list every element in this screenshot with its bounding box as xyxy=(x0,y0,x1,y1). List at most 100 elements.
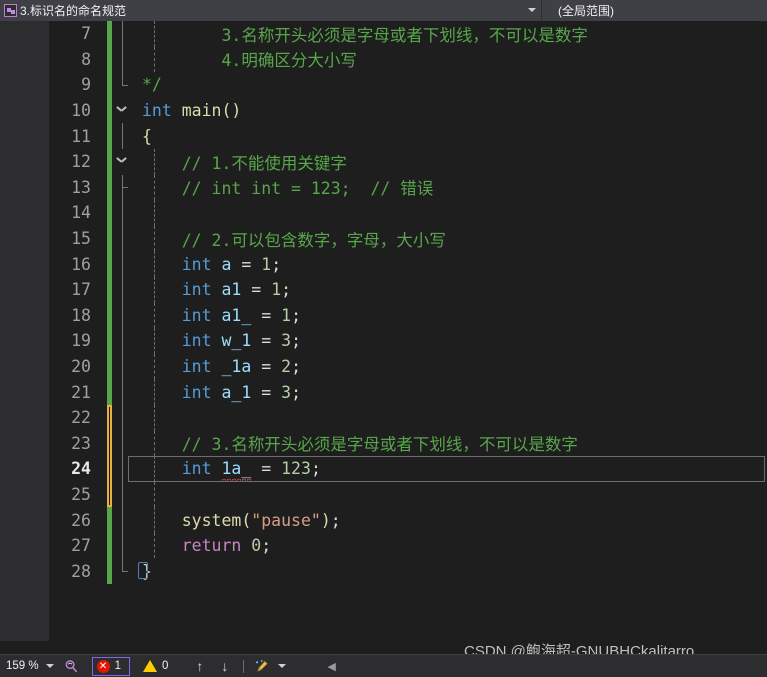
code-line[interactable]: 27 return 0; xyxy=(0,532,767,559)
fold-margin[interactable] xyxy=(114,558,132,584)
code-line[interactable]: 13 // int int = 123; // 错误 xyxy=(0,174,767,201)
fold-margin[interactable] xyxy=(114,353,132,380)
indent-guide xyxy=(154,21,155,47)
fold-margin[interactable] xyxy=(114,149,132,175)
fold-margin[interactable] xyxy=(114,532,132,559)
indent-guide xyxy=(154,200,155,226)
fold-margin[interactable] xyxy=(114,456,132,482)
fold-margin[interactable] xyxy=(114,430,132,457)
fold-margin[interactable] xyxy=(114,507,132,533)
code-line[interactable]: 26 system("pause"); xyxy=(0,507,767,533)
fold-margin[interactable] xyxy=(114,200,132,226)
code-text[interactable]: return 0; xyxy=(132,532,767,559)
code-text[interactable]: // 2.可以包含数字，字母，大小写 xyxy=(132,225,767,252)
code-lines[interactable]: 7 3.名称开头必须是字母或者下划线，不可以是数字 8 4.明确区分大小写 9 */1… xyxy=(0,21,767,641)
fold-margin[interactable] xyxy=(114,46,132,73)
code-text[interactable]: int a1_ = 1; xyxy=(132,302,767,329)
code-text[interactable] xyxy=(132,200,767,226)
fold-margin[interactable] xyxy=(114,481,132,508)
code-text[interactable]: } xyxy=(132,558,767,584)
line-number: 24 xyxy=(71,459,91,479)
code-text[interactable]: int _1a = 2; xyxy=(132,353,767,380)
change-bar xyxy=(107,507,112,533)
code-text[interactable] xyxy=(132,481,767,508)
code-text[interactable]: int w_1 = 3; xyxy=(132,328,767,354)
chevron-down-icon[interactable] xyxy=(45,664,54,668)
fold-margin[interactable] xyxy=(114,302,132,329)
code-line[interactable]: 12 // 1.不能使用关键字 xyxy=(0,148,767,175)
change-bar xyxy=(107,481,112,508)
code-line[interactable]: 20 int _1a = 2; xyxy=(0,353,767,380)
code-line[interactable]: 23 // 3.名称开头必须是字母或者下划线，不可以是数字 xyxy=(0,430,767,457)
code-text[interactable]: // int int = 123; // 错误 xyxy=(132,174,767,201)
code-text[interactable] xyxy=(132,404,767,431)
code-text[interactable]: 3.名称开头必须是字母或者下划线，不可以是数字 xyxy=(132,21,767,47)
code-line[interactable]: 15 // 2.可以包含数字，字母，大小写 xyxy=(0,225,767,252)
warning-count-button[interactable]: 0 xyxy=(138,655,173,677)
code-token: ; xyxy=(330,510,341,530)
zoom-level-dropdown[interactable]: 159 % xyxy=(0,655,59,677)
code-line[interactable]: 21 int a_1 = 3; xyxy=(0,379,767,405)
fold-margin[interactable] xyxy=(114,72,132,98)
code-token: 3 xyxy=(281,382,292,402)
fold-margin[interactable] xyxy=(114,328,132,354)
code-text[interactable]: // 3.名称开头必须是字母或者下划线，不可以是数字 xyxy=(132,430,767,457)
fold-margin[interactable] xyxy=(114,174,132,201)
fold-margin[interactable] xyxy=(114,123,132,149)
code-text[interactable]: int a_1 = 3; xyxy=(132,379,767,405)
chevron-down-icon[interactable] xyxy=(278,664,287,668)
code-line[interactable]: 25 xyxy=(0,481,767,508)
code-line[interactable]: 22 xyxy=(0,404,767,431)
code-token: = xyxy=(251,305,282,325)
code-text[interactable]: int a1 = 1; xyxy=(132,276,767,303)
code-line[interactable]: 24 int 1a_ = 123; xyxy=(0,456,767,483)
code-line[interactable]: 9 */ xyxy=(0,72,767,98)
fold-margin[interactable] xyxy=(114,379,132,405)
code-line[interactable]: 19 int w_1 = 3; xyxy=(0,328,767,354)
arrow-down-icon[interactable]: ↓ xyxy=(212,658,237,674)
fold-chevron-icon[interactable] xyxy=(117,106,126,111)
code-cleanup-button[interactable] xyxy=(250,655,291,677)
code-token: // 1.不能使用关键字 xyxy=(142,153,347,173)
arrow-left-icon[interactable]: ◀ xyxy=(321,660,341,673)
status-separator xyxy=(243,659,245,673)
code-line[interactable]: 28} xyxy=(0,558,767,585)
error-count-button[interactable]: ✕ 1 xyxy=(91,656,131,676)
code-text[interactable]: // 1.不能使用关键字 xyxy=(132,148,767,175)
fold-margin[interactable] xyxy=(114,98,132,124)
code-text[interactable]: 4.明确区分大小写 xyxy=(132,46,767,73)
code-token: */ xyxy=(142,75,162,95)
code-text[interactable]: */ xyxy=(132,72,767,98)
code-text[interactable]: int a = 1; xyxy=(132,251,767,277)
code-editor[interactable]: 7 3.名称开头必须是字母或者下划线，不可以是数字 8 4.明确区分大小写 9 */1… xyxy=(0,21,767,641)
code-token: 4.明确区分大小写 xyxy=(142,51,357,71)
code-line[interactable]: 11 { xyxy=(0,123,767,149)
line-number: 8 xyxy=(81,49,91,69)
fold-margin[interactable] xyxy=(114,404,132,431)
member-scope-dropdown[interactable]: (全局范围) xyxy=(541,0,767,21)
fold-margin[interactable] xyxy=(114,251,132,277)
code-line[interactable]: 7 3.名称开头必须是字母或者下划线，不可以是数字 xyxy=(0,21,767,47)
fold-margin[interactable] xyxy=(114,225,132,252)
code-text[interactable]: int 1a_ = 123; xyxy=(132,456,767,483)
fold-margin[interactable] xyxy=(114,276,132,303)
fold-margin[interactable] xyxy=(114,21,132,47)
indent-guide xyxy=(154,481,155,508)
arrow-up-icon[interactable]: ↑ xyxy=(187,658,212,674)
chevron-down-icon[interactable] xyxy=(525,0,539,21)
file-scope-dropdown[interactable]: 3.标识名的命名规范 xyxy=(0,0,541,21)
line-number: 27 xyxy=(71,536,91,556)
code-token: int xyxy=(181,305,212,325)
code-text[interactable]: int main() xyxy=(132,98,767,124)
code-line[interactable]: 16 int a = 1; xyxy=(0,251,767,277)
warning-count-label: 0 xyxy=(162,660,169,672)
fold-chevron-icon[interactable] xyxy=(117,157,126,162)
code-text[interactable]: { xyxy=(132,123,767,149)
code-line[interactable]: 10 int main() xyxy=(0,97,767,124)
code-line[interactable]: 17 int a1 = 1; xyxy=(0,276,767,303)
code-line[interactable]: 14 xyxy=(0,200,767,226)
code-lens-button[interactable] xyxy=(59,655,84,677)
code-line[interactable]: 8 4.明确区分大小写 xyxy=(0,46,767,73)
code-line[interactable]: 18 int a1_ = 1; xyxy=(0,302,767,329)
code-text[interactable]: system("pause"); xyxy=(132,507,767,533)
